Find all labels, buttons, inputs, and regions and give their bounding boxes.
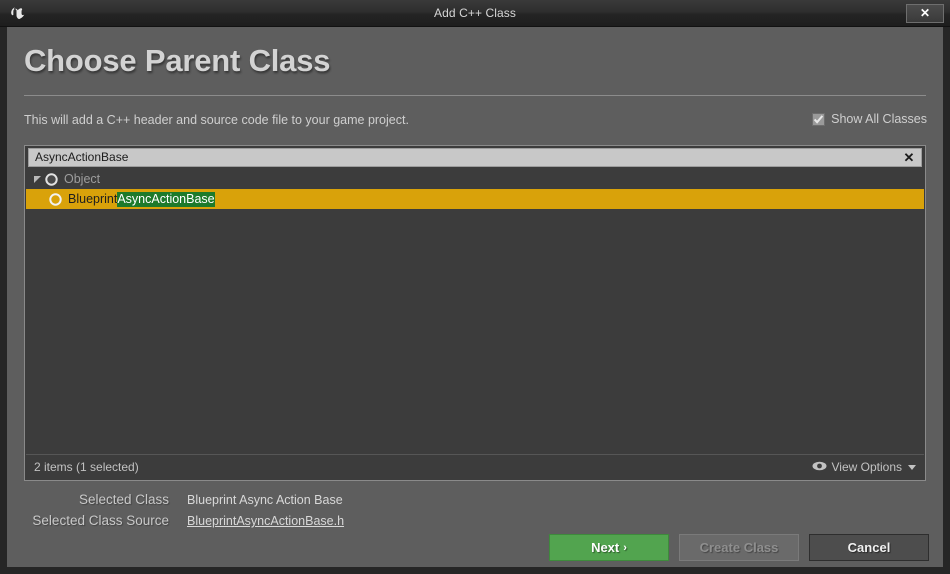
selected-class-value: Blueprint Async Action Base — [187, 493, 343, 507]
search-input[interactable]: AsyncActionBase ✕ — [28, 148, 922, 167]
create-class-button[interactable]: Create Class — [679, 534, 799, 561]
tree-row-label-prefix: Blueprint — [68, 192, 118, 206]
view-options-label: View Options — [831, 460, 902, 474]
dialog-subtitle: This will add a C++ header and source co… — [24, 113, 409, 127]
dialog-footer-buttons: Next › Create Class Cancel — [549, 534, 929, 561]
cancel-button[interactable]: Cancel — [809, 534, 929, 561]
add-cpp-class-dialog: Add C++ Class ✕ Choose Parent Class This… — [0, 0, 950, 574]
selected-class-row: Selected Class Blueprint Async Action Ba… — [7, 492, 943, 513]
item-count-status: 2 items (1 selected) — [34, 460, 139, 474]
tree-row-label: Object — [64, 172, 101, 186]
tree-row-label-match: AsyncActionBase — [117, 191, 215, 207]
selected-class-info: Selected Class Blueprint Async Action Ba… — [7, 492, 943, 534]
class-circle-icon — [44, 172, 58, 186]
triangle-expanded-icon[interactable] — [32, 174, 43, 185]
chevron-down-icon — [908, 464, 916, 470]
window-title: Add C++ Class — [433, 6, 516, 20]
class-tree: Object Blueprint AsyncActionBase — [26, 169, 924, 453]
search-input-value[interactable]: AsyncActionBase — [29, 149, 897, 166]
class-picker-panel: AsyncActionBase ✕ Object Blueprint Async… — [24, 145, 926, 481]
selected-class-source-row: Selected Class Source BlueprintAsyncActi… — [7, 513, 943, 534]
unreal-engine-logo-icon — [6, 2, 30, 26]
selected-class-label: Selected Class — [78, 492, 169, 507]
search-clear-icon[interactable]: ✕ — [897, 149, 921, 166]
selected-class-source-link[interactable]: BlueprintAsyncActionBase.h — [187, 514, 344, 528]
close-window-button[interactable]: ✕ — [906, 4, 944, 23]
title-divider — [24, 95, 926, 96]
eye-icon — [812, 460, 827, 474]
title-bar: Add C++ Class ✕ — [0, 0, 950, 27]
view-options-button[interactable]: View Options — [812, 460, 916, 474]
next-button-label: Next — [591, 540, 620, 555]
chevron-right-icon: › — [623, 541, 627, 554]
picker-footer: 2 items (1 selected) View Options — [26, 454, 924, 479]
tree-row[interactable]: Object — [26, 169, 924, 189]
cancel-button-label: Cancel — [847, 540, 891, 555]
page-title: Choose Parent Class — [24, 43, 331, 78]
selected-class-source-label: Selected Class Source — [32, 513, 169, 528]
dialog-content: Choose Parent Class This will add a C++ … — [7, 27, 943, 567]
tree-row[interactable]: Blueprint AsyncActionBase — [26, 189, 924, 209]
show-all-classes-checkbox[interactable]: Show All Classes — [812, 112, 927, 126]
create-class-button-label: Create Class — [699, 540, 779, 555]
class-circle-icon — [48, 192, 62, 206]
checkmark-icon — [812, 112, 826, 126]
show-all-classes-label: Show All Classes — [831, 112, 927, 126]
next-button[interactable]: Next › — [549, 534, 669, 561]
dialog-frame: Choose Parent Class This will add a C++ … — [0, 27, 950, 574]
